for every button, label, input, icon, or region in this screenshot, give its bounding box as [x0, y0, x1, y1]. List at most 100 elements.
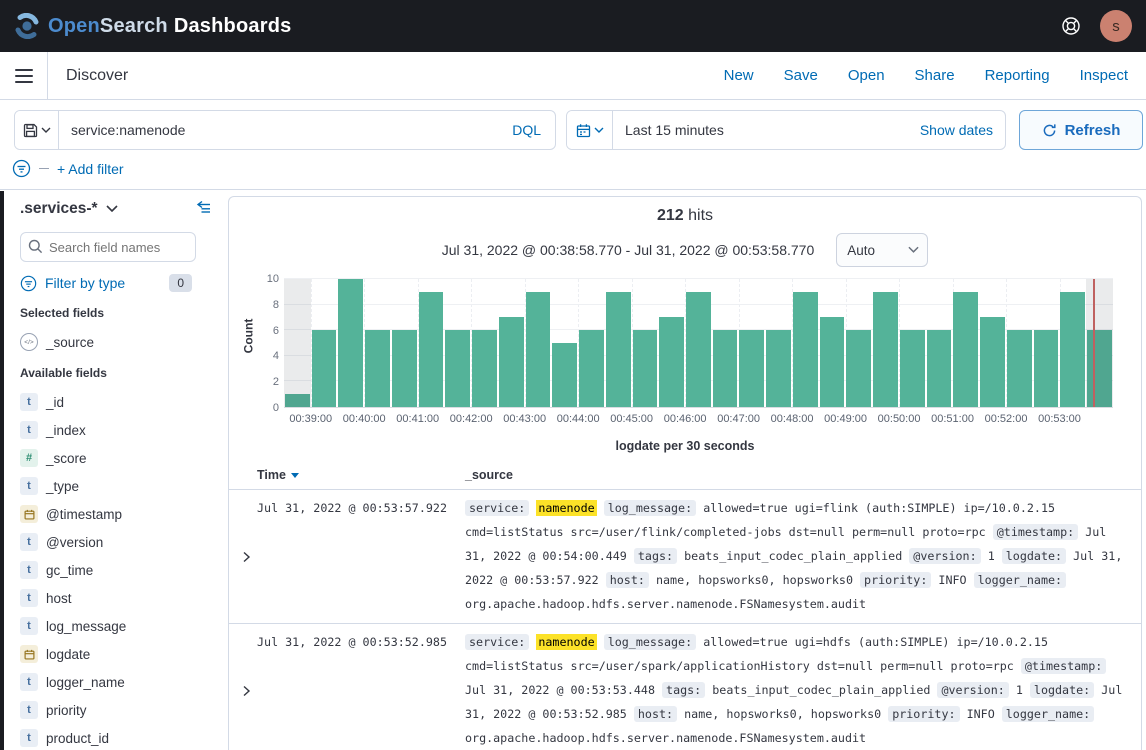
index-pattern-select[interactable]: .services-*: [20, 200, 118, 218]
histogram-bar[interactable]: [606, 292, 631, 407]
selected-fields-heading: Selected fields: [20, 306, 212, 320]
field-item-_type[interactable]: t_type: [20, 472, 212, 500]
query-input[interactable]: [59, 111, 498, 149]
field-item-_source[interactable]: </>_source: [20, 328, 212, 356]
field-key-pill: host:: [634, 706, 677, 722]
text-field-icon: t: [20, 589, 38, 607]
field-item-log_message[interactable]: tlog_message: [20, 612, 212, 640]
text-field-icon: t: [20, 673, 38, 691]
nav-action-save[interactable]: Save: [784, 67, 818, 84]
save-icon: [23, 123, 38, 138]
histogram-bar[interactable]: [579, 330, 604, 407]
histogram-bar[interactable]: [739, 330, 764, 407]
add-filter-button[interactable]: + Add filter: [57, 161, 124, 177]
query-section: DQL Last 15 minutes Show dates: [0, 100, 1146, 190]
histogram-bar[interactable]: [820, 317, 845, 407]
field-item-product_id[interactable]: tproduct_id: [20, 724, 212, 750]
interval-select[interactable]: Auto: [836, 233, 928, 267]
field-name: _score: [46, 451, 87, 466]
field-key-pill: host:: [606, 572, 649, 588]
query-language-button[interactable]: DQL: [498, 122, 555, 138]
field-item-host[interactable]: thost: [20, 584, 212, 612]
help-icon[interactable]: [1060, 15, 1082, 37]
app-root: OpenSearchDashboards s Discover NewSaveO…: [0, 0, 1146, 750]
nav-action-new[interactable]: New: [724, 67, 754, 84]
histogram-bar[interactable]: [900, 330, 925, 407]
histogram-bar[interactable]: [1060, 292, 1085, 407]
field-item-gc_time[interactable]: tgc_time: [20, 556, 212, 584]
field-item-@version[interactable]: t@version: [20, 528, 212, 556]
show-dates-button[interactable]: Show dates: [920, 122, 993, 138]
text-field-icon: t: [20, 477, 38, 495]
histogram-bar[interactable]: [552, 343, 577, 407]
field-item-@timestamp[interactable]: @timestamp: [20, 500, 212, 528]
histogram-bar[interactable]: [365, 330, 390, 407]
current-time-marker: [1093, 279, 1095, 407]
breadcrumb-bar: Discover NewSaveOpenShareReportingInspec…: [0, 52, 1146, 100]
nav-action-share[interactable]: Share: [915, 67, 955, 84]
chevron-down-icon: [594, 127, 604, 133]
selected-fields-list: </>_source: [20, 328, 212, 356]
field-search-input[interactable]: [20, 232, 196, 262]
field-item-_index[interactable]: t_index: [20, 416, 212, 444]
opensearch-logo[interactable]: OpenSearchDashboards: [14, 13, 291, 39]
histogram-bar[interactable]: [633, 330, 658, 407]
histogram-bar[interactable]: [980, 317, 1005, 407]
histogram-bar[interactable]: [766, 330, 791, 407]
brand-open: Open: [48, 15, 100, 37]
chevron-right-icon: [242, 551, 251, 563]
histogram-bar[interactable]: [873, 292, 898, 407]
histogram-bar[interactable]: [338, 279, 363, 407]
collapse-sidebar-button[interactable]: [195, 199, 212, 218]
field-key-pill: log_message:: [604, 500, 696, 516]
highlighted-term: namenode: [536, 634, 596, 650]
row-source: service: namenode log_message: allowed=t…: [465, 630, 1125, 750]
field-item-logdate[interactable]: logdate: [20, 640, 212, 668]
histogram-bar[interactable]: [445, 330, 470, 407]
refresh-button[interactable]: Refresh: [1019, 110, 1143, 150]
user-avatar[interactable]: s: [1100, 10, 1132, 42]
histogram-bar[interactable]: [1007, 330, 1032, 407]
field-name: _index: [46, 423, 86, 438]
field-item-priority[interactable]: tpriority: [20, 696, 212, 724]
nav-action-open[interactable]: Open: [848, 67, 885, 84]
field-item-_id[interactable]: t_id: [20, 388, 212, 416]
nav-action-inspect[interactable]: Inspect: [1080, 67, 1128, 84]
histogram-bar[interactable]: [392, 330, 417, 407]
field-key-pill: priority:: [860, 572, 931, 588]
field-item-logger_name[interactable]: tlogger_name: [20, 668, 212, 696]
text-field-icon: t: [20, 533, 38, 551]
histogram-bar[interactable]: [659, 317, 684, 407]
histogram-bar[interactable]: [472, 330, 497, 407]
histogram-bar[interactable]: [713, 330, 738, 407]
histogram-bar[interactable]: [419, 292, 444, 407]
field-name: gc_time: [46, 563, 93, 578]
histogram-bar[interactable]: [793, 292, 818, 407]
histogram-bar[interactable]: [846, 330, 871, 407]
expand-row-button[interactable]: [235, 496, 257, 616]
histogram-bar[interactable]: [526, 292, 551, 407]
histogram-bar[interactable]: [499, 317, 524, 407]
column-header-time[interactable]: Time: [257, 468, 465, 482]
histogram-bar[interactable]: [953, 292, 978, 407]
document-table-rows: Jul 31, 2022 @ 00:53:57.922service: name…: [229, 490, 1141, 750]
field-key-pill: @version:: [909, 548, 980, 564]
field-item-_score[interactable]: #_score: [20, 444, 212, 472]
menu-button[interactable]: [0, 52, 48, 99]
histogram-bar[interactable]: [1034, 330, 1059, 407]
expand-row-button[interactable]: [235, 630, 257, 750]
time-range-value[interactable]: Last 15 minutes: [613, 122, 920, 138]
top-header-bar: OpenSearchDashboards s: [0, 0, 1146, 52]
filter-by-type-row[interactable]: Filter by type 0: [20, 274, 212, 292]
saved-query-button[interactable]: [15, 111, 59, 149]
nav-action-reporting[interactable]: Reporting: [985, 67, 1050, 84]
field-key-pill: logger_name:: [1002, 706, 1094, 722]
filter-icon[interactable]: [12, 159, 31, 178]
histogram-bar[interactable]: [312, 330, 337, 407]
index-pattern-label: .services-*: [20, 200, 98, 218]
histogram-bar[interactable]: [927, 330, 952, 407]
date-picker-button[interactable]: [567, 111, 613, 149]
field-key-pill: @timestamp:: [1021, 658, 1106, 674]
interval-value: Auto: [847, 243, 875, 258]
histogram-bar[interactable]: [686, 292, 711, 407]
